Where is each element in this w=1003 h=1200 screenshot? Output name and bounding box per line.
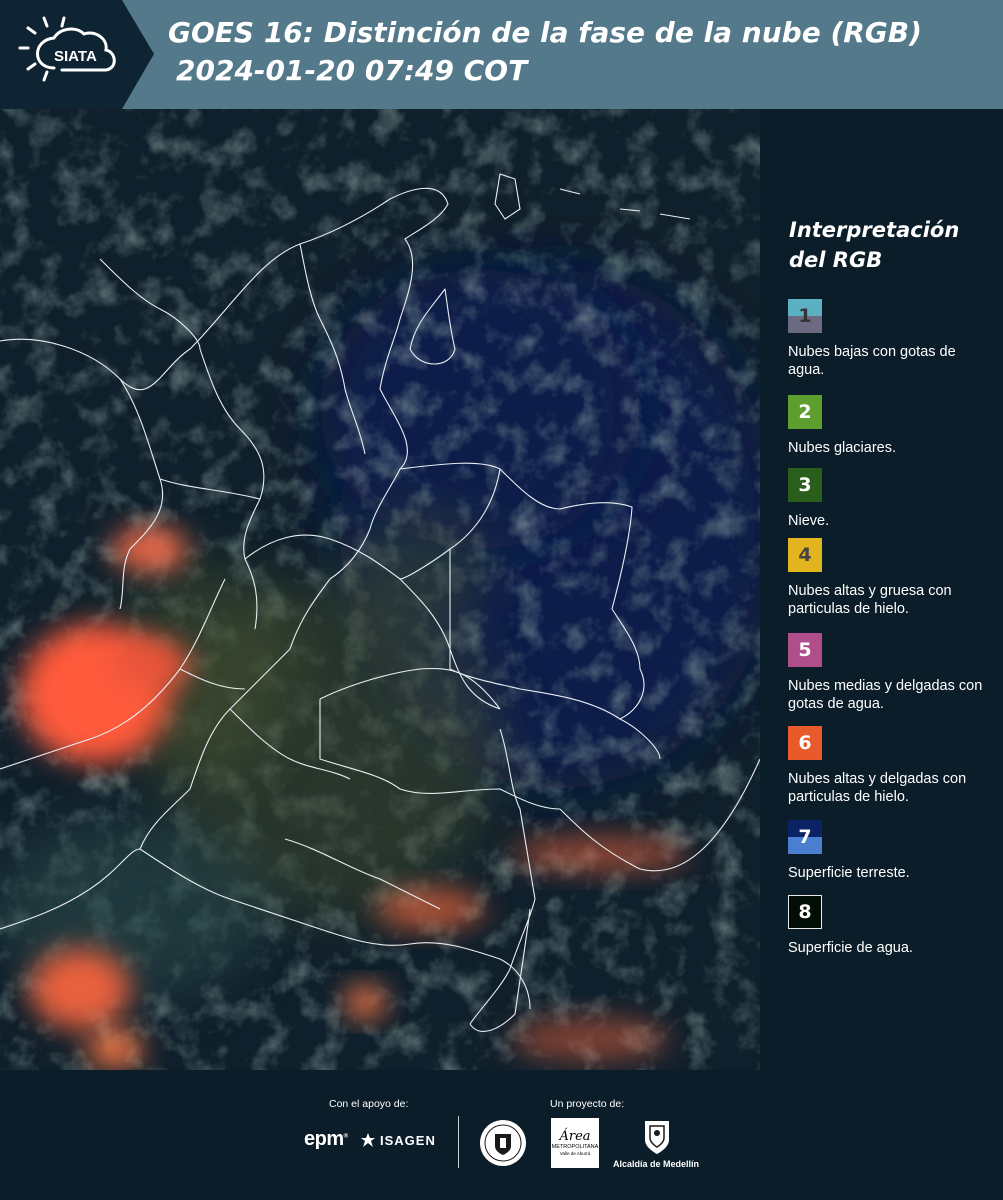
legend-text-8: Superficie de agua. [788, 940, 913, 956]
svg-text:SIATA: SIATA [54, 48, 97, 65]
legend-swatch-8: 8 [788, 895, 822, 929]
footer: Con el apoyo de: Un proyecto de: epm® IS… [0, 1070, 1003, 1200]
alcaldia-shield-icon [645, 1121, 669, 1154]
isagen-logo: ISAGEN [360, 1132, 436, 1148]
legend-swatch-1: 1 [788, 299, 822, 333]
support-label: Con el apoyo de: [329, 1098, 409, 1110]
epm-logo: epm® [304, 1128, 348, 1150]
medellin-seal-logo [480, 1120, 526, 1166]
legend-text-5: Nubes medias y delgadas con gotas de agu… [788, 678, 983, 712]
header-bar: SIATA GOES 16: Distinción de la fase de … [0, 0, 1003, 109]
page-title: GOES 16: Distinción de la fase de la nub… [168, 14, 922, 90]
legend-item-5: 5 Nubes medias y delgadas con gotas de a… [788, 633, 988, 713]
legend-title: Interpretación del RGB [789, 218, 960, 272]
footer-divider [458, 1116, 459, 1168]
title-line-2-timestamp: 2024-01-20 07:49 COT [176, 54, 528, 87]
legend-item-2: 2 Nubes glaciares. [788, 395, 988, 457]
siata-logo: SIATA [18, 16, 116, 82]
legend-text-6: Nubes altas y delgadas con particulas de… [788, 771, 967, 805]
legend-item-7: 7 Superficie terreste. [788, 820, 988, 882]
legend-swatch-5: 5 [788, 633, 822, 667]
satellite-map [0, 109, 760, 1070]
area-metropolitana-logo: Área METROPOLITANA Valle de Aburrá [551, 1118, 599, 1168]
legend-swatch-4: 4 [788, 538, 822, 572]
legend-swatch-7: 7 [788, 820, 822, 854]
isagen-text: ISAGEN [380, 1132, 436, 1148]
legend-text-4: Nubes altas y gruesa con particulas de h… [788, 583, 952, 617]
legend-text-1: Nubes bajas con gotas de agua. [788, 344, 956, 378]
isagen-icon [361, 1133, 375, 1147]
legend-text-7: Superficie terreste. [788, 865, 910, 881]
legend-text-2: Nubes glaciares. [788, 440, 896, 456]
legend-item-8: 8 Superficie de agua. [788, 895, 988, 957]
legend-item-4: 4 Nubes altas y gruesa con particulas de… [788, 538, 988, 618]
rgb-legend: Interpretación del RGB 1 Nubes bajas con… [761, 109, 1003, 1070]
project-label: Un proyecto de: [550, 1098, 625, 1110]
satellite-image [0, 109, 760, 1070]
legend-swatch-2: 2 [788, 395, 822, 429]
legend-text-3: Nieve. [788, 513, 830, 529]
legend-item-1: 1 Nubes bajas con gotas de agua. [788, 299, 988, 379]
legend-item-6: 6 Nubes altas y delgadas con particulas … [788, 726, 988, 806]
legend-item-3: 3 Nieve. [788, 468, 988, 530]
legend-swatch-6: 6 [788, 726, 822, 760]
legend-swatch-3: 3 [788, 468, 822, 502]
alcaldia-text: Alcaldía de Medellín [613, 1159, 700, 1169]
title-line-1: GOES 16: Distinción de la fase de la nub… [168, 16, 922, 49]
